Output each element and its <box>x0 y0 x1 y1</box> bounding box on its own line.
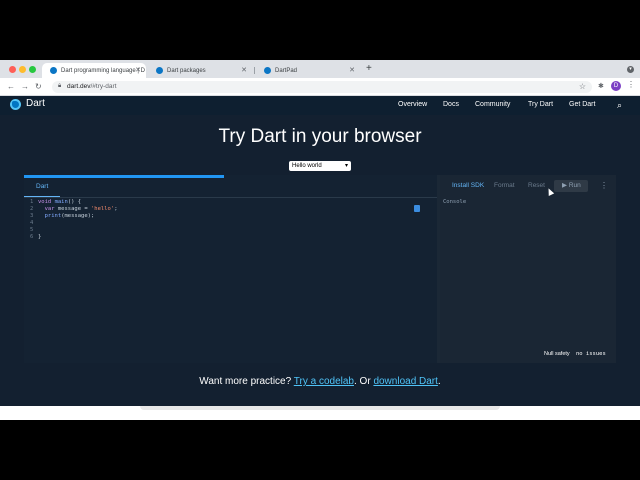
dart-favicon-icon <box>264 67 271 74</box>
issues-status: no issues <box>576 351 606 357</box>
code-token: 'hello' <box>91 206 115 212</box>
code-line[interactable]: 1 void main() { <box>30 199 118 206</box>
close-tab-icon[interactable]: ✕ <box>349 66 355 74</box>
brand-name[interactable]: Dart <box>26 98 45 109</box>
close-window-icon[interactable] <box>9 66 16 73</box>
practice-middle: . Or <box>353 376 374 387</box>
browser-window: Dart programming language | D ✕ Dart pac… <box>0 60 640 420</box>
code-token: main <box>54 199 68 205</box>
tab-underline <box>24 196 60 197</box>
run-label: Run <box>568 182 581 189</box>
editor-tab-bar: Dart <box>24 178 437 198</box>
tab-strip: Dart programming language | D ✕ Dart pac… <box>0 60 640 78</box>
address-toolbar: ← → ↻ 🔒︎ dart.dev/#try-dart ☆ ✱ D ⋮ <box>0 78 640 96</box>
code-token: (message); <box>61 213 95 219</box>
practice-suffix: . <box>437 376 441 387</box>
tab-search-icon[interactable]: ▾ <box>627 66 634 73</box>
footer-shadow <box>140 406 500 410</box>
sample-select-value: Hello world <box>292 163 322 169</box>
null-safety-label: Null safety <box>544 351 570 357</box>
nav-community[interactable]: Community <box>475 101 510 108</box>
play-icon: ▶ <box>562 182 569 189</box>
download-dart-link[interactable]: download Dart <box>373 376 437 387</box>
back-icon[interactable]: ← <box>7 81 15 93</box>
code-token: message = <box>57 206 91 212</box>
close-tab-icon[interactable]: ✕ <box>241 66 247 74</box>
url-host: dart.dev <box>67 83 91 90</box>
forward-icon[interactable]: → <box>21 81 29 93</box>
code-lines[interactable]: 1 void main() {2 var message = 'hello'; 3 … <box>30 199 118 241</box>
tab-dart-language[interactable]: Dart programming language | D ✕ <box>42 63 146 78</box>
page-title: Try Dart in your browser <box>218 126 422 147</box>
practice-prefix: Want more practice? <box>199 376 294 387</box>
address-bar[interactable]: 🔒︎ dart.dev/#try-dart ☆ <box>52 81 592 93</box>
copy-icon[interactable] <box>414 205 420 212</box>
line-number: 2 <box>30 206 34 212</box>
dart-favicon-icon <box>156 67 163 74</box>
tab-dart-packages[interactable]: Dart packages ✕ <box>148 63 252 78</box>
code-line[interactable]: 2 var message = 'hello'; <box>30 206 118 213</box>
chevron-down-icon: ▾ <box>344 163 348 169</box>
nav-overview[interactable]: Overview <box>398 101 427 108</box>
code-token: } <box>38 234 42 240</box>
line-number: 4 <box>30 220 34 226</box>
console-label: Console <box>443 199 467 205</box>
install-sdk-button[interactable]: Install SDK <box>452 182 484 189</box>
code-token: print <box>38 213 62 219</box>
code-line[interactable]: 3 print(message); <box>30 213 118 220</box>
line-number: 5 <box>30 227 34 233</box>
code-token: () { <box>67 199 82 205</box>
line-number: 6 <box>30 234 34 240</box>
tab-title: Dart packages <box>167 67 206 74</box>
tab-title: DartPad <box>275 67 298 74</box>
extensions-puzzle-icon[interactable]: ✱ <box>598 82 604 90</box>
tab-separator <box>254 67 255 74</box>
tab-title: Dart programming language | D <box>61 67 145 74</box>
bookmark-star-icon[interactable]: ☆ <box>579 82 586 91</box>
practice-line: Want more practice? Try a codelab. Or do… <box>0 376 640 387</box>
code-token: ; <box>114 206 118 212</box>
minimize-window-icon[interactable] <box>19 66 26 73</box>
site-header: Dart Overview Docs Community Try Dart Ge… <box>0 96 640 115</box>
reset-button[interactable]: Reset <box>528 182 545 189</box>
reload-icon[interactable]: ↻ <box>35 81 42 93</box>
profile-avatar[interactable]: D <box>611 81 621 91</box>
code-line[interactable]: 6} <box>30 234 118 241</box>
browser-menu-icon[interactable]: ⋮ <box>627 80 635 89</box>
maximize-window-icon[interactable] <box>29 66 36 73</box>
close-tab-icon[interactable]: ✕ <box>135 66 141 74</box>
nav-get-dart[interactable]: Get Dart <box>569 101 595 108</box>
nav-try-dart[interactable]: Try Dart <box>528 101 553 108</box>
tab-dart-file[interactable]: Dart <box>36 183 48 190</box>
code-editor[interactable]: Dart 1 void main() {2 var message = 'hell… <box>24 175 437 363</box>
dart-logo-icon[interactable] <box>10 99 21 110</box>
nav-docs[interactable]: Docs <box>443 101 459 108</box>
code-line[interactable]: 5 <box>30 227 118 234</box>
format-button[interactable]: Format <box>494 182 515 189</box>
tab-dartpad[interactable]: DartPad ✕ <box>256 63 360 78</box>
output-panel <box>440 175 616 363</box>
code-line[interactable]: 4 <box>30 220 118 227</box>
dartpad-embed: Dart 1 void main() {2 var message = 'hell… <box>24 175 616 363</box>
new-tab-icon[interactable]: + <box>366 63 372 75</box>
more-options-icon[interactable]: ⋮ <box>600 181 608 190</box>
run-button[interactable]: ▶ Run <box>554 180 588 192</box>
dart-favicon-icon <box>50 67 57 74</box>
search-icon[interactable]: ⌕ <box>617 100 622 111</box>
line-number: 3 <box>30 213 34 219</box>
code-token: void <box>38 199 55 205</box>
url-path: /#try-dart <box>90 83 117 90</box>
try-codelab-link[interactable]: Try a codelab <box>294 376 354 387</box>
lock-icon: 🔒︎ <box>58 83 62 89</box>
code-token: var <box>38 206 58 212</box>
url-text: dart.dev/#try-dart <box>67 83 117 90</box>
sample-select[interactable]: Hello world ▾ <box>289 161 351 171</box>
line-number: 1 <box>30 199 34 205</box>
